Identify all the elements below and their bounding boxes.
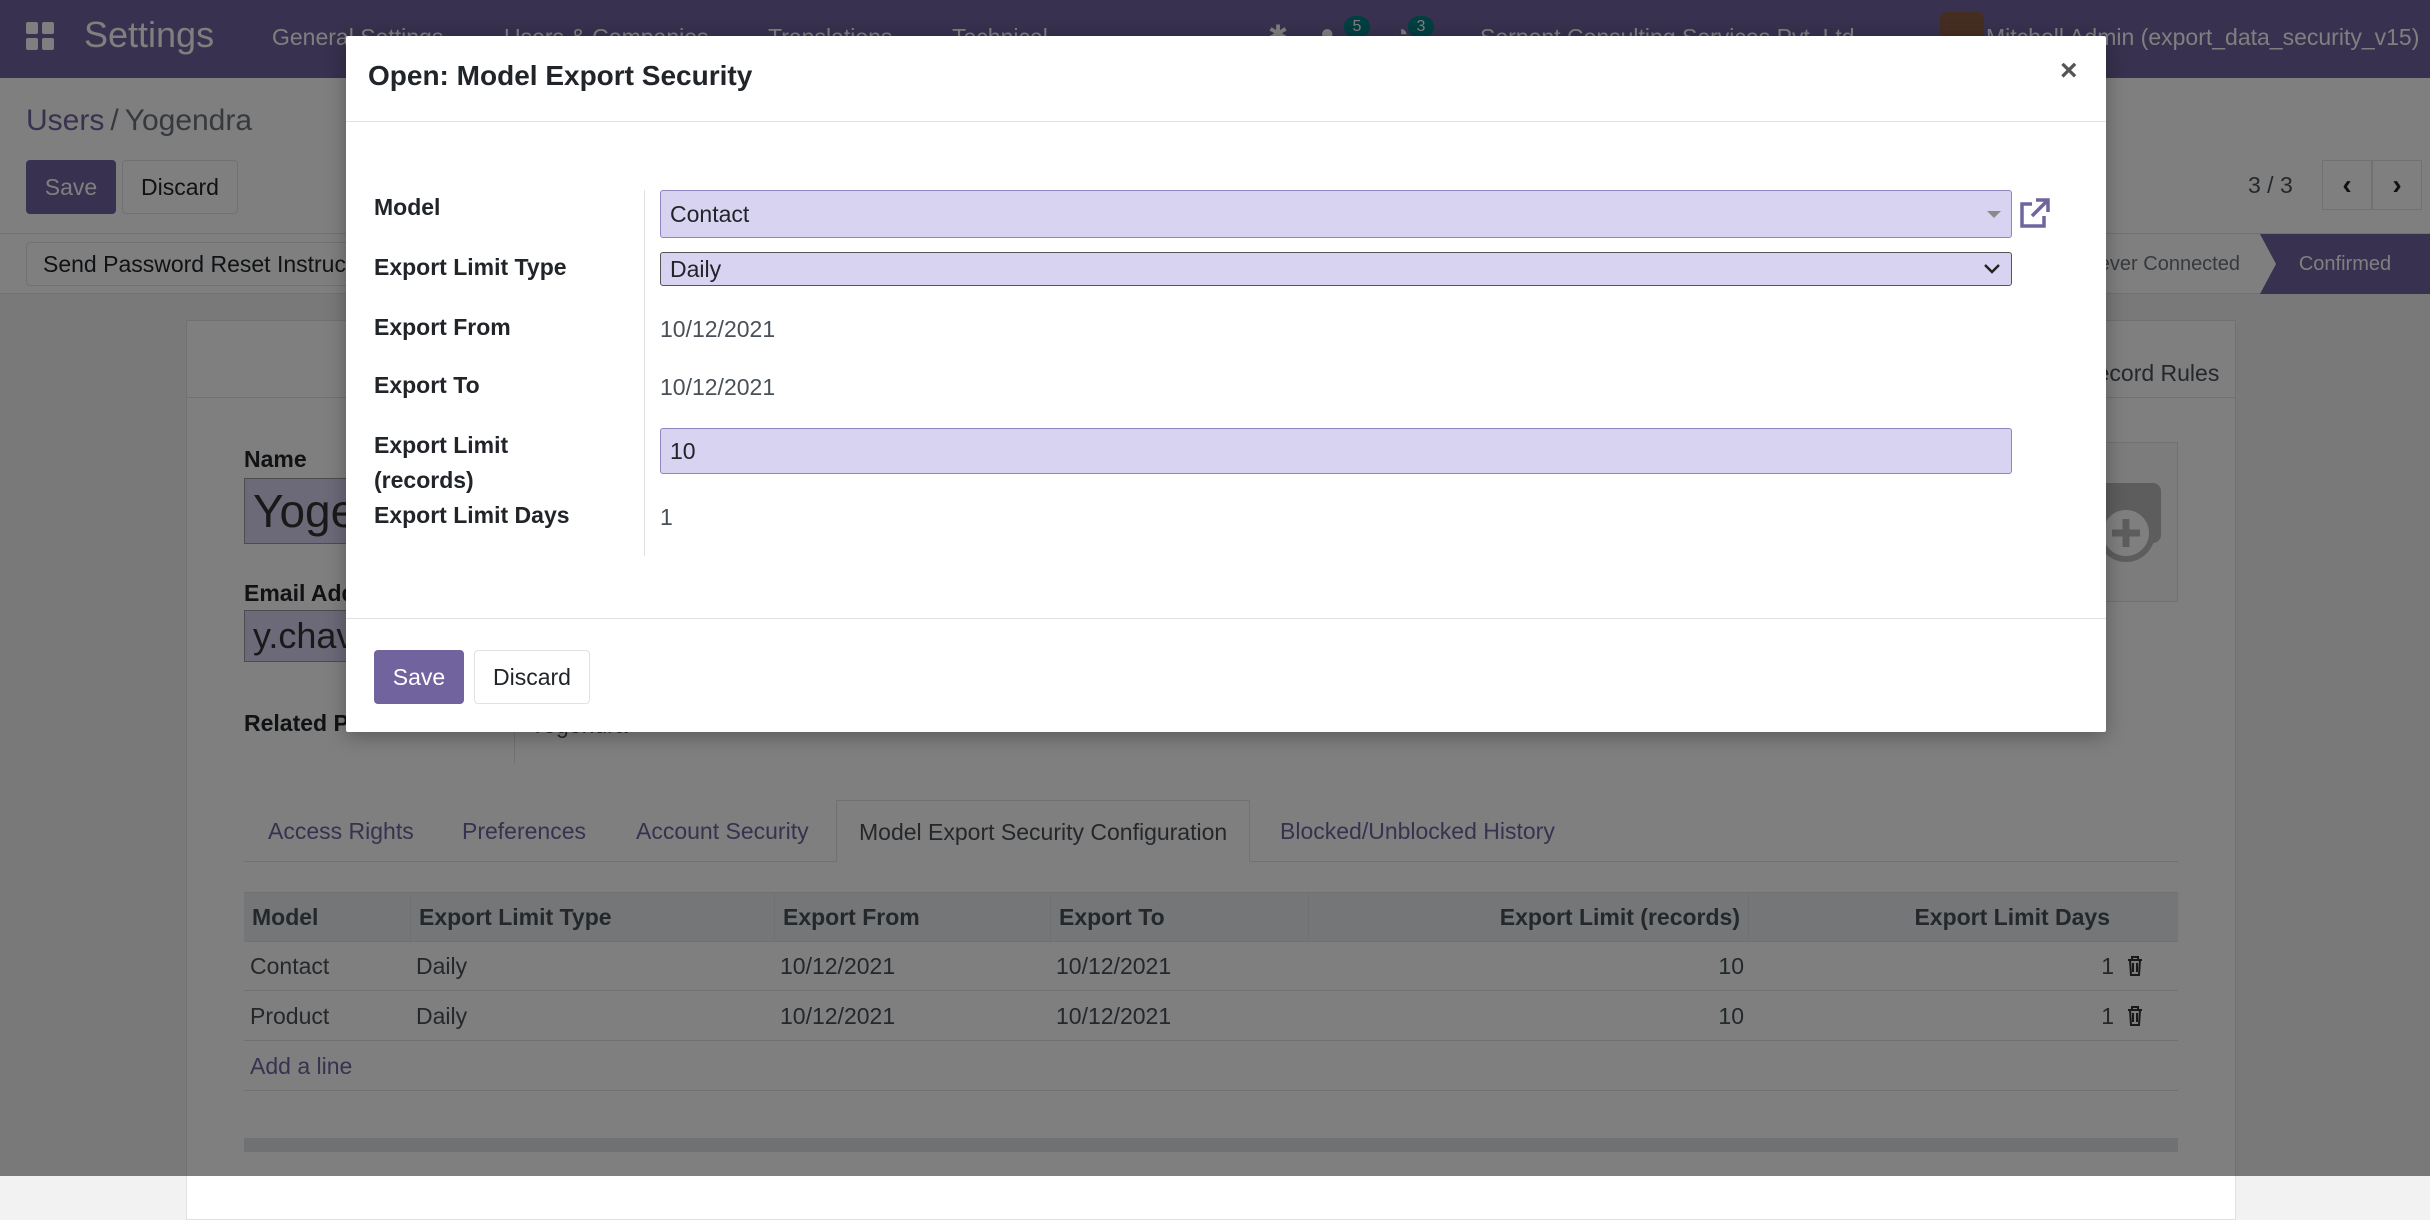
export-from-label: Export From [374, 314, 511, 340]
close-icon[interactable]: × [2060, 54, 2078, 88]
field-divider [644, 190, 645, 556]
export-to-label: Export To [374, 372, 480, 398]
export-from-value[interactable]: 10/12/2021 [660, 316, 775, 343]
export-limit-records-input[interactable]: 10 [660, 428, 2012, 474]
export-limit-days-label: Export Limit Days [374, 502, 570, 528]
modal-discard-button[interactable]: Discard [474, 650, 590, 704]
export-to-value[interactable]: 10/12/2021 [660, 374, 775, 401]
modal-save-button[interactable]: Save [374, 650, 464, 704]
export-limit-records-label: Export Limit (records) [374, 432, 509, 493]
chevron-down-icon[interactable] [1983, 263, 2001, 275]
modal-footer-divider [346, 618, 2106, 619]
model-value: Contact [670, 201, 750, 227]
model-label: Model [374, 194, 441, 220]
external-link-icon[interactable] [2016, 196, 2052, 232]
export-limit-type-select[interactable]: Daily [660, 252, 2012, 286]
export-limit-days-value: 1 [660, 504, 673, 530]
export-limit-type-label: Export Limit Type [374, 254, 567, 280]
modal-title: Open: Model Export Security [368, 60, 753, 91]
model-select[interactable]: Contact [660, 190, 2012, 238]
export-limit-type-value: Daily [670, 256, 722, 282]
chevron-down-icon[interactable] [1987, 211, 2001, 218]
